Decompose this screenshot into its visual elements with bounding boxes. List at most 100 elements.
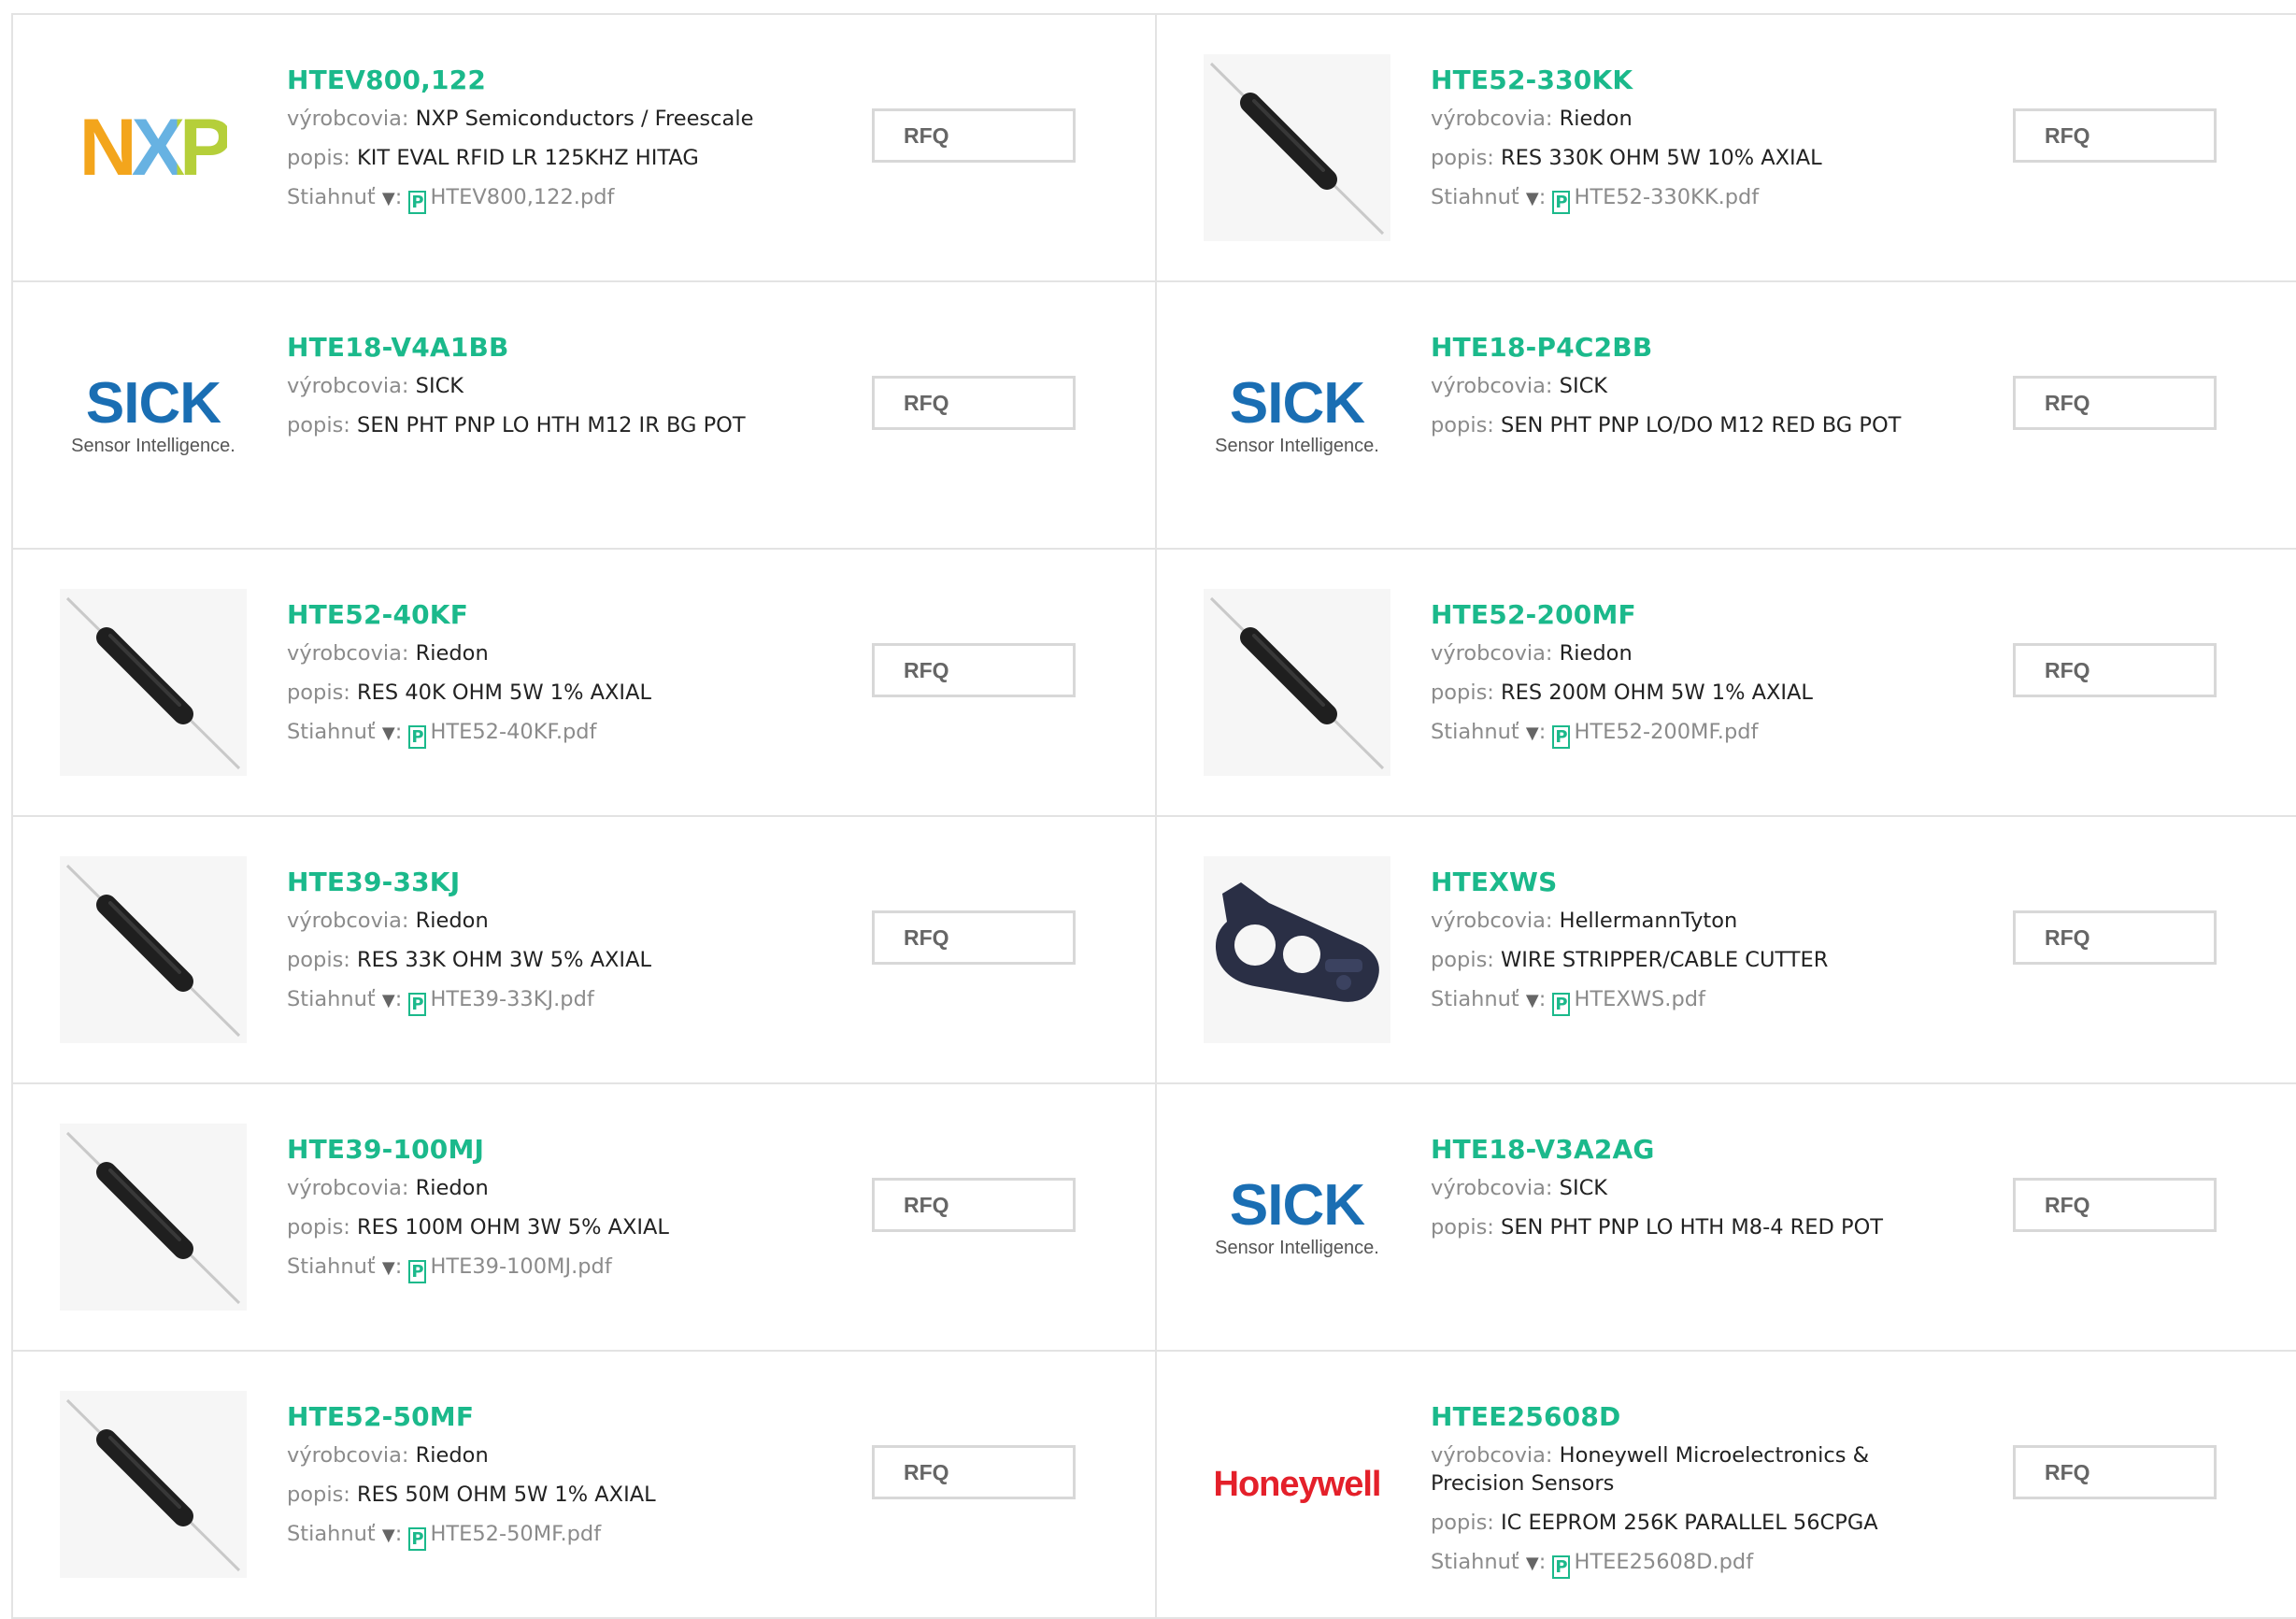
description-row: popis: RES 33K OHM 3W 5% AXIAL [287,946,810,974]
description-row: popis: RES 330K OHM 5W 10% AXIAL [1431,144,1954,172]
description-value: SEN PHT PNP LO/DO M12 RED BG POT [1501,413,1902,437]
manufacturer-label: výrobcovia: [1431,374,1560,398]
datasheet-link[interactable]: HTE39-33KJ.pdf [430,987,593,1011]
datasheet-link[interactable]: HTE39-100MJ.pdf [430,1254,611,1279]
product-card: SICK Sensor Intelligence. HTE18-V4A1BB výro… [13,282,1157,550]
description-label: popis: [287,413,358,437]
manufacturer-value: SICK [1559,1176,1608,1200]
sick-logo-wordmark: SICK [85,371,221,436]
download-row: Stiahnuť ▼: P HTE39-100MJ.pdf [287,1253,810,1283]
product-info: HTE18-V4A1BB výrobcovia: SICK popis: SEN P… [287,329,810,451]
product-card: HTE52-200MF výrobcovia: Riedon popis: RES … [1157,550,2296,817]
datasheet-link[interactable]: HTEE25608D.pdf [1574,1550,1753,1574]
product-part-link[interactable]: HTE18-V3A2AG [1431,1131,1954,1168]
rfq-button[interactable]: RFQ [872,910,1076,965]
sick-logo-tagline: Sensor Intelligence. [71,436,235,456]
rfq-button[interactable]: RFQ [2013,1178,2217,1232]
product-thumbnail[interactable] [60,589,247,776]
honeywell-logo: Honeywell [1213,1464,1382,1504]
download-arrow-icon: ▼ [1525,189,1539,208]
download-row: Stiahnuť ▼: P HTE52-330KK.pdf [1431,183,1954,214]
product-card: HTE39-100MJ výrobcovia: Riedon popis: RES … [13,1084,1157,1352]
datasheet-link[interactable]: HTE52-50MF.pdf [430,1522,601,1546]
resistor-icon [65,1398,241,1572]
product-thumbnail[interactable]: SICK Sensor Intelligence. [60,322,247,509]
rfq-button[interactable]: RFQ [2013,1445,2217,1499]
pdf-icon: P [408,993,427,1016]
manufacturer-value: SICK [415,374,464,398]
download-colon: : [1538,987,1553,1011]
rfq-button[interactable]: RFQ [872,1178,1076,1232]
pdf-icon: P [408,191,427,214]
rfq-button[interactable]: RFQ [872,1445,1076,1499]
manufacturer-label: výrobcovia: [1431,107,1560,131]
product-thumbnail[interactable] [60,856,247,1043]
product-thumbnail[interactable] [1204,589,1390,776]
product-part-link[interactable]: HTE52-50MF [287,1398,810,1436]
product-thumbnail[interactable] [60,1391,247,1578]
rfq-button[interactable]: RFQ [872,108,1076,163]
manufacturer-label: výrobcovia: [287,374,416,398]
description-label: popis: [1431,413,1502,437]
rfq-button[interactable]: RFQ [872,643,1076,697]
pdf-icon: P [408,1527,427,1551]
product-part-link[interactable]: HTEE25608D [1431,1398,1954,1436]
product-info: HTEE25608D výrobcovia: Honeywell Microele… [1431,1398,1954,1590]
manufacturer-row: výrobcovia: SICK [1431,372,1954,400]
rfq-button[interactable]: RFQ [2013,376,2217,430]
product-part-link[interactable]: HTEXWS [1431,864,1954,901]
description-value: WIRE STRIPPER/CABLE CUTTER [1501,948,1829,972]
manufacturer-row: výrobcovia: Riedon [287,639,810,667]
description-row: popis: SEN PHT PNP LO HTH M8-4 RED POT [1431,1213,1954,1241]
product-part-link[interactable]: HTE39-100MJ [287,1131,810,1168]
datasheet-link[interactable]: HTE52-40KF.pdf [430,720,596,744]
product-thumbnail[interactable]: NXP [60,54,247,241]
description-value: RES 100M OHM 3W 5% AXIAL [357,1215,669,1239]
description-value: SEN PHT PNP LO HTH M12 IR BG POT [357,413,746,437]
sick-logo-wordmark: SICK [1229,371,1365,436]
description-label: popis: [287,146,358,170]
download-row: Stiahnuť ▼: P HTE52-200MF.pdf [1431,718,1954,749]
datasheet-link[interactable]: HTE52-200MF.pdf [1574,720,1758,744]
manufacturer-value: Riedon [1559,107,1633,131]
product-info: HTE52-50MF výrobcovia: Riedon popis: RES 5… [287,1398,810,1562]
description-value: RES 50M OHM 5W 1% AXIAL [357,1483,656,1507]
rfq-button[interactable]: RFQ [2013,910,2217,965]
product-thumbnail[interactable]: SICK Sensor Intelligence. [1204,322,1390,509]
download-arrow-icon: ▼ [1525,991,1539,1010]
product-part-link[interactable]: HTE52-330KK [1431,62,1954,99]
description-row: popis: RES 200M OHM 5W 1% AXIAL [1431,679,1954,707]
product-card: SICK Sensor Intelligence. HTE18-P4C2BB výro… [1157,282,2296,550]
manufacturer-label: výrobcovia: [287,1443,416,1468]
product-part-link[interactable]: HTE39-33KJ [287,864,810,901]
download-row: Stiahnuť ▼: P HTE52-40KF.pdf [287,718,810,749]
product-thumbnail[interactable]: Honeywell [1204,1391,1390,1578]
datasheet-link[interactable]: HTEXWS.pdf [1574,987,1704,1011]
description-value: IC EEPROM 256K PARALLEL 56CPGA [1501,1511,1878,1535]
product-part-link[interactable]: HTEV800,122 [287,62,810,99]
datasheet-link[interactable]: HTEV800,122.pdf [430,185,614,209]
product-card: HTE52-330KK výrobcovia: Riedon popis: RES … [1157,15,2296,282]
product-part-link[interactable]: HTE52-200MF [1431,596,1954,634]
download-label: Stiahnuť [1431,720,1526,744]
description-label: popis: [1431,146,1502,170]
description-value: RES 200M OHM 5W 1% AXIAL [1501,681,1813,705]
product-part-link[interactable]: HTE18-P4C2BB [1431,329,1954,366]
download-colon: : [394,185,409,209]
rfq-button[interactable]: RFQ [2013,108,2217,163]
product-part-link[interactable]: HTE18-V4A1BB [287,329,810,366]
description-label: popis: [1431,1511,1502,1535]
product-thumbnail[interactable] [1204,856,1390,1043]
product-info: HTEV800,122 výrobcovia: NXP Semiconductor… [287,62,810,225]
product-thumbnail[interactable] [1204,54,1390,241]
download-label: Stiahnuť [287,1522,382,1546]
rfq-button[interactable]: RFQ [872,376,1076,430]
product-part-link[interactable]: HTE52-40KF [287,596,810,634]
product-thumbnail[interactable] [60,1124,247,1311]
product-thumbnail[interactable]: SICK Sensor Intelligence. [1204,1124,1390,1311]
product-info: HTE52-200MF výrobcovia: Riedon popis: RES … [1431,596,1954,760]
rfq-button[interactable]: RFQ [2013,643,2217,697]
product-card: SICK Sensor Intelligence. HTE18-V3A2AG výro… [1157,1084,2296,1352]
resistor-icon [65,864,241,1038]
datasheet-link[interactable]: HTE52-330KK.pdf [1574,185,1759,209]
